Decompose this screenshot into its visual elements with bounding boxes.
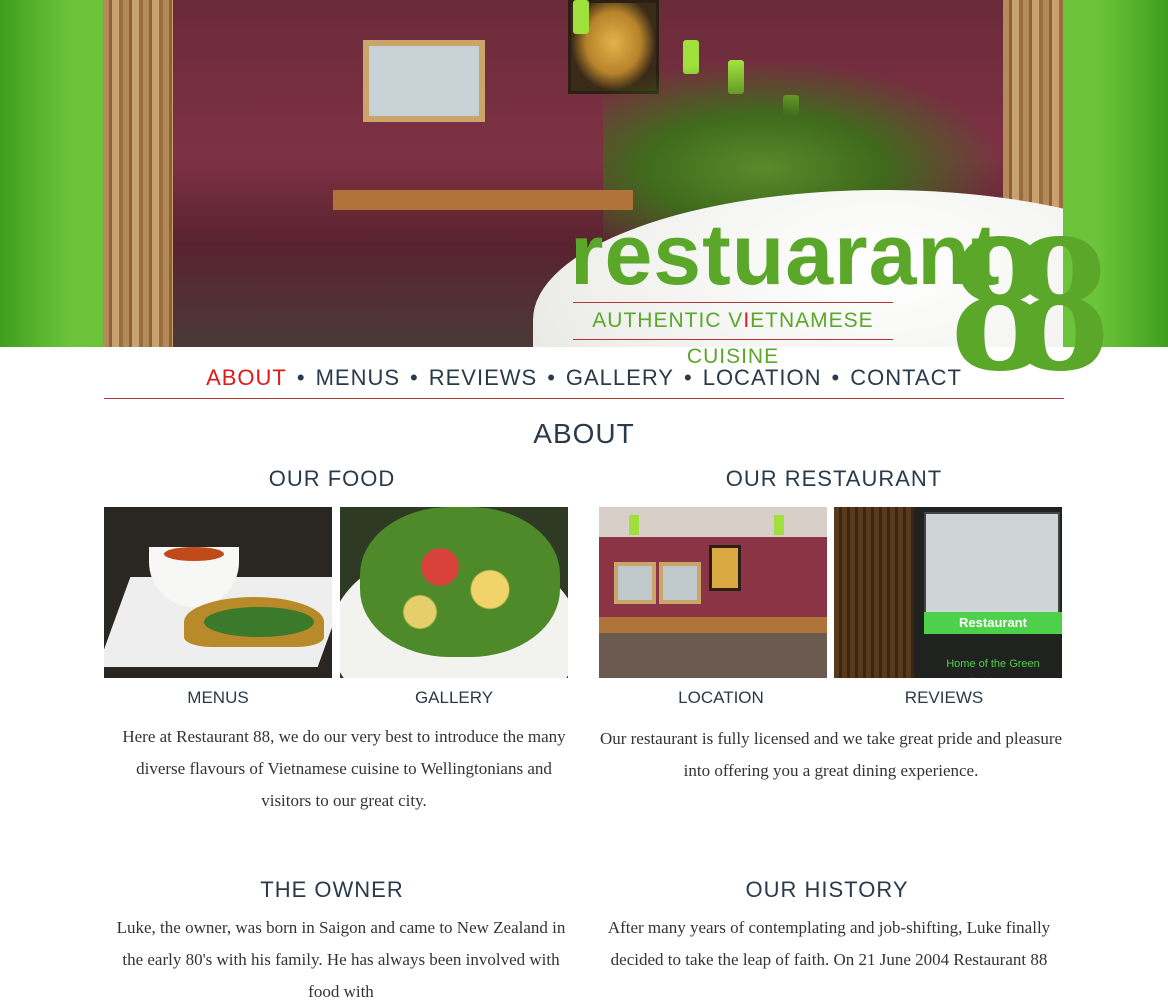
menus-link[interactable]: MENUS [104,688,332,708]
lantern [629,515,639,535]
main-nav: ABOUT • MENUS • REVIEWS • GALLERY • LOCATION • CON… [104,365,1064,399]
restaurant-sign-subtext: Home of the Green Lanterns [946,658,1040,678]
nav-about[interactable]: ABOUT [200,365,293,391]
logo-wordmark[interactable]: restuarant [570,205,1001,305]
window [924,512,1060,616]
restaurant-heading: OUR RESTAURANT [725,466,943,491]
nav-separator: • [684,365,693,390]
tagline: AUTHENTIC VIETNAMESE CUISINE [573,302,893,368]
nav-separator: • [410,365,419,390]
restaurant-text: Our restaurant is fully licensed and we … [599,729,1063,780]
nav-separator: • [296,365,306,390]
reviews-thumbnail[interactable]: Restaurant Home of the Green Lanterns [834,507,1062,678]
nav-gallery[interactable]: GALLERY [560,365,680,391]
bar-table [599,617,827,633]
salad [360,507,560,657]
greens [204,607,314,637]
nav-location[interactable]: LOCATION [697,365,828,391]
history-heading: OUR HISTORY [745,877,909,902]
location-thumbnail[interactable] [599,507,827,678]
page-title: ABOUT [533,418,635,449]
gallery-link[interactable]: GALLERY [340,688,568,708]
owner-heading: THE OWNER [260,877,404,902]
nav-menus[interactable]: MENUS [310,365,406,391]
bamboo-left [103,0,173,347]
lantern [573,0,589,34]
food-text: Here at Restaurant 88, we do our very be… [122,727,566,810]
nav-contact[interactable]: CONTACT [844,365,968,391]
location-link[interactable]: LOCATION [607,688,835,708]
food-heading: OUR FOOD [268,466,396,491]
mirror [363,40,485,122]
history-text: After many years of contemplating and jo… [607,918,1051,969]
gallery-thumbnail[interactable] [340,507,568,678]
floor [599,633,827,678]
nav-separator: • [547,365,556,390]
lantern [774,515,784,535]
tagline-start: AUTHENTIC V [592,309,744,332]
owner-text: Luke, the owner, was born in Saigon and … [116,918,566,1001]
curry [164,547,224,561]
restaurant-sign: Restaurant [924,612,1062,634]
buddha-mask-art [709,545,741,591]
mirror [614,562,656,604]
nav-reviews[interactable]: REVIEWS [423,365,543,391]
nav-separator: • [831,365,841,390]
reviews-link[interactable]: REVIEWS [830,688,1058,708]
menus-thumbnail[interactable] [104,507,332,678]
mirror [659,562,701,604]
wood-panel [834,507,914,678]
